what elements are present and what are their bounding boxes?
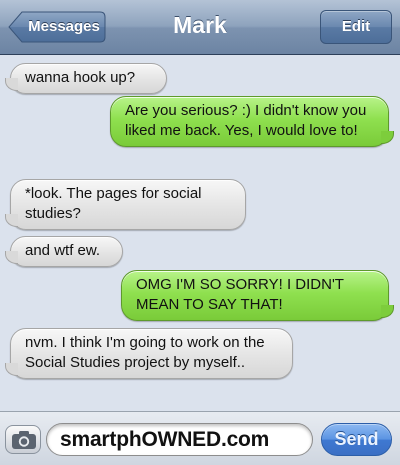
- message-bubble-received: wanna hook up?: [5, 63, 167, 94]
- edit-button[interactable]: Edit: [320, 10, 392, 44]
- message-bubble-sent: Are you serious? :) I didn't know you li…: [110, 96, 394, 147]
- message-bubble-received: and wtf ew.: [5, 236, 123, 267]
- compose-bar: smartphOWNED.com Send: [0, 411, 400, 465]
- camera-icon: [12, 431, 36, 449]
- message-input[interactable]: smartphOWNED.com: [46, 423, 313, 456]
- message-bubble-sent: OMG I'M SO SORRY! I DIDN'T MEAN TO SAY T…: [121, 270, 394, 321]
- message-bubble-received: nvm. I think I'm going to work on the So…: [5, 328, 293, 379]
- send-button[interactable]: Send: [321, 423, 392, 456]
- camera-button[interactable]: [5, 425, 41, 454]
- message-list: wanna hook up? Are you serious? :) I did…: [0, 56, 400, 411]
- navigation-bar: Messages Mark Edit: [0, 0, 400, 55]
- message-bubble-received: *look. The pages for social studies?: [5, 179, 246, 230]
